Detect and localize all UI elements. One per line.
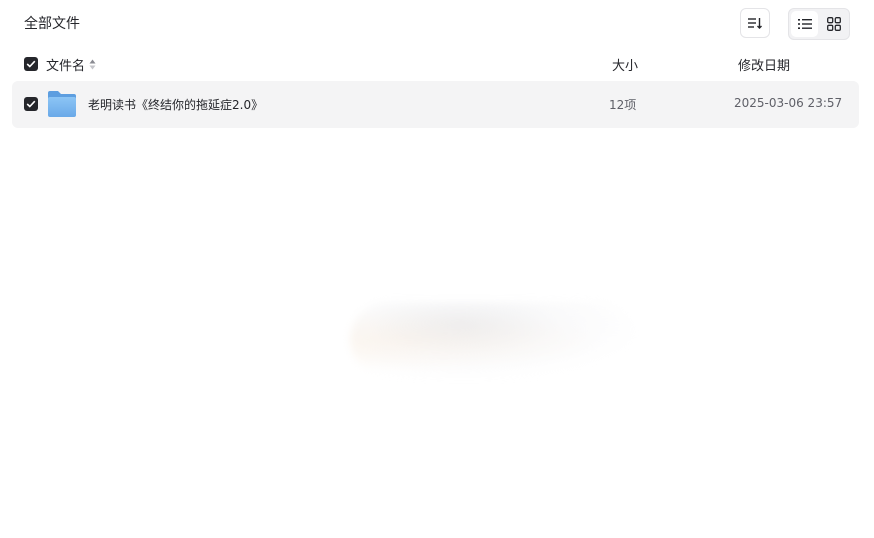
file-size: 12项 — [609, 98, 637, 112]
check-icon — [26, 60, 36, 68]
file-modified-date: 2025-03-06 23:57 — [734, 96, 843, 110]
sort-toggle-icon — [89, 59, 96, 70]
list-view-icon — [797, 19, 812, 29]
column-name-label: 文件名 — [46, 59, 86, 74]
sort-icon — [748, 18, 762, 29]
file-manager-page: 全部文件 文件名 大小 修改日期 老明读书《终结你的拖延症2.0》 12项 20… — [0, 0, 874, 538]
column-header-size[interactable]: 大小 — [612, 55, 638, 74]
view-mode-toggle — [788, 8, 850, 40]
select-all-checkbox[interactable] — [24, 57, 38, 71]
column-header-modified[interactable]: 修改日期 — [738, 55, 790, 74]
grid-view-button[interactable] — [820, 11, 847, 37]
breadcrumb[interactable]: 全部文件 — [24, 15, 80, 33]
grid-view-icon — [826, 17, 841, 31]
row-checkbox[interactable] — [24, 97, 38, 111]
table-header: 文件名 大小 修改日期 — [12, 52, 859, 76]
table-row[interactable]: 老明读书《终结你的拖延症2.0》 12项 2025-03-06 23:57 — [12, 81, 859, 128]
folder-icon — [48, 91, 76, 117]
list-view-button[interactable] — [791, 11, 818, 37]
loading-shimmer — [350, 302, 635, 377]
sort-button[interactable] — [740, 8, 770, 38]
file-name[interactable]: 老明读书《终结你的拖延症2.0》 — [88, 96, 263, 113]
check-icon — [26, 100, 36, 108]
column-header-name[interactable]: 文件名 — [46, 55, 96, 74]
